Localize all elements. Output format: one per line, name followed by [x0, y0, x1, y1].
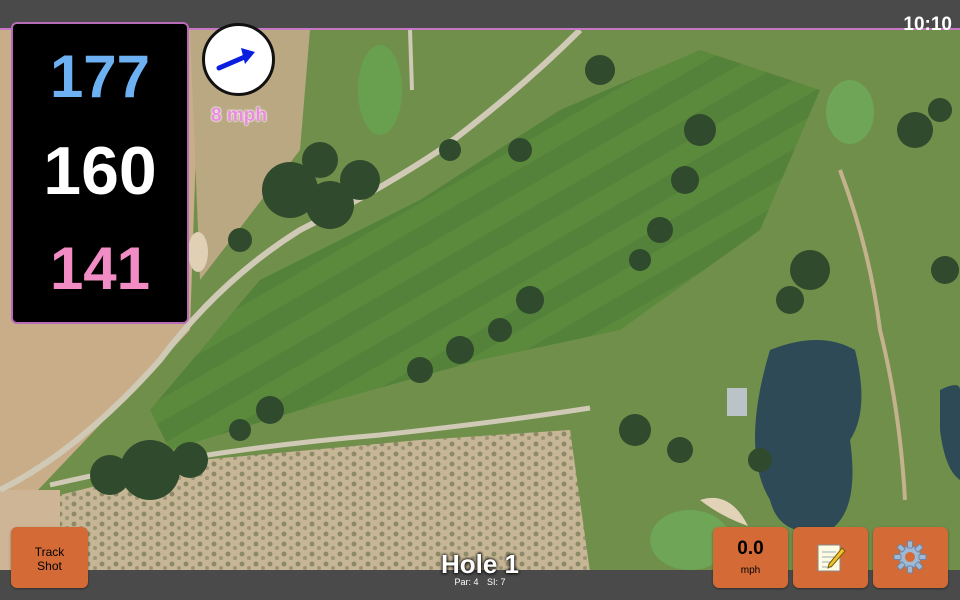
- clock-time: 10:10: [903, 14, 952, 35]
- track-shot-label-line1: Track: [34, 545, 65, 559]
- distance-back: 177: [49, 43, 151, 110]
- track-shot-label-line2: Shot: [37, 559, 62, 573]
- speed-value: 0.0: [737, 538, 764, 559]
- wind-speed: 8 mph: [211, 105, 267, 126]
- gear-icon: [893, 540, 927, 574]
- settings-button[interactable]: [873, 527, 948, 588]
- notepad-icon: [817, 544, 846, 572]
- hole-par: Par: 4: [454, 577, 479, 587]
- track-shot-button[interactable]: Track Shot: [11, 527, 88, 588]
- wind-arrow-icon: [216, 48, 255, 71]
- speed-button[interactable]: 0.0 mph: [713, 527, 788, 588]
- distance-center: 160: [43, 133, 157, 209]
- speed-unit: mph: [740, 565, 761, 576]
- hole-title: Hole 1: [440, 549, 520, 579]
- hole-stroke-index: SI: 7: [487, 577, 506, 587]
- notes-button[interactable]: [793, 527, 868, 588]
- hole-meta: Par: 4 SI: 7: [380, 577, 580, 587]
- distance-front: 141: [49, 235, 151, 302]
- golf-gps-screen: 10:10 177 160 141 8 mph Track Shot Hole …: [0, 0, 960, 600]
- distance-panel: 177 160 141: [11, 22, 189, 324]
- wind-direction-indicator: [202, 23, 275, 96]
